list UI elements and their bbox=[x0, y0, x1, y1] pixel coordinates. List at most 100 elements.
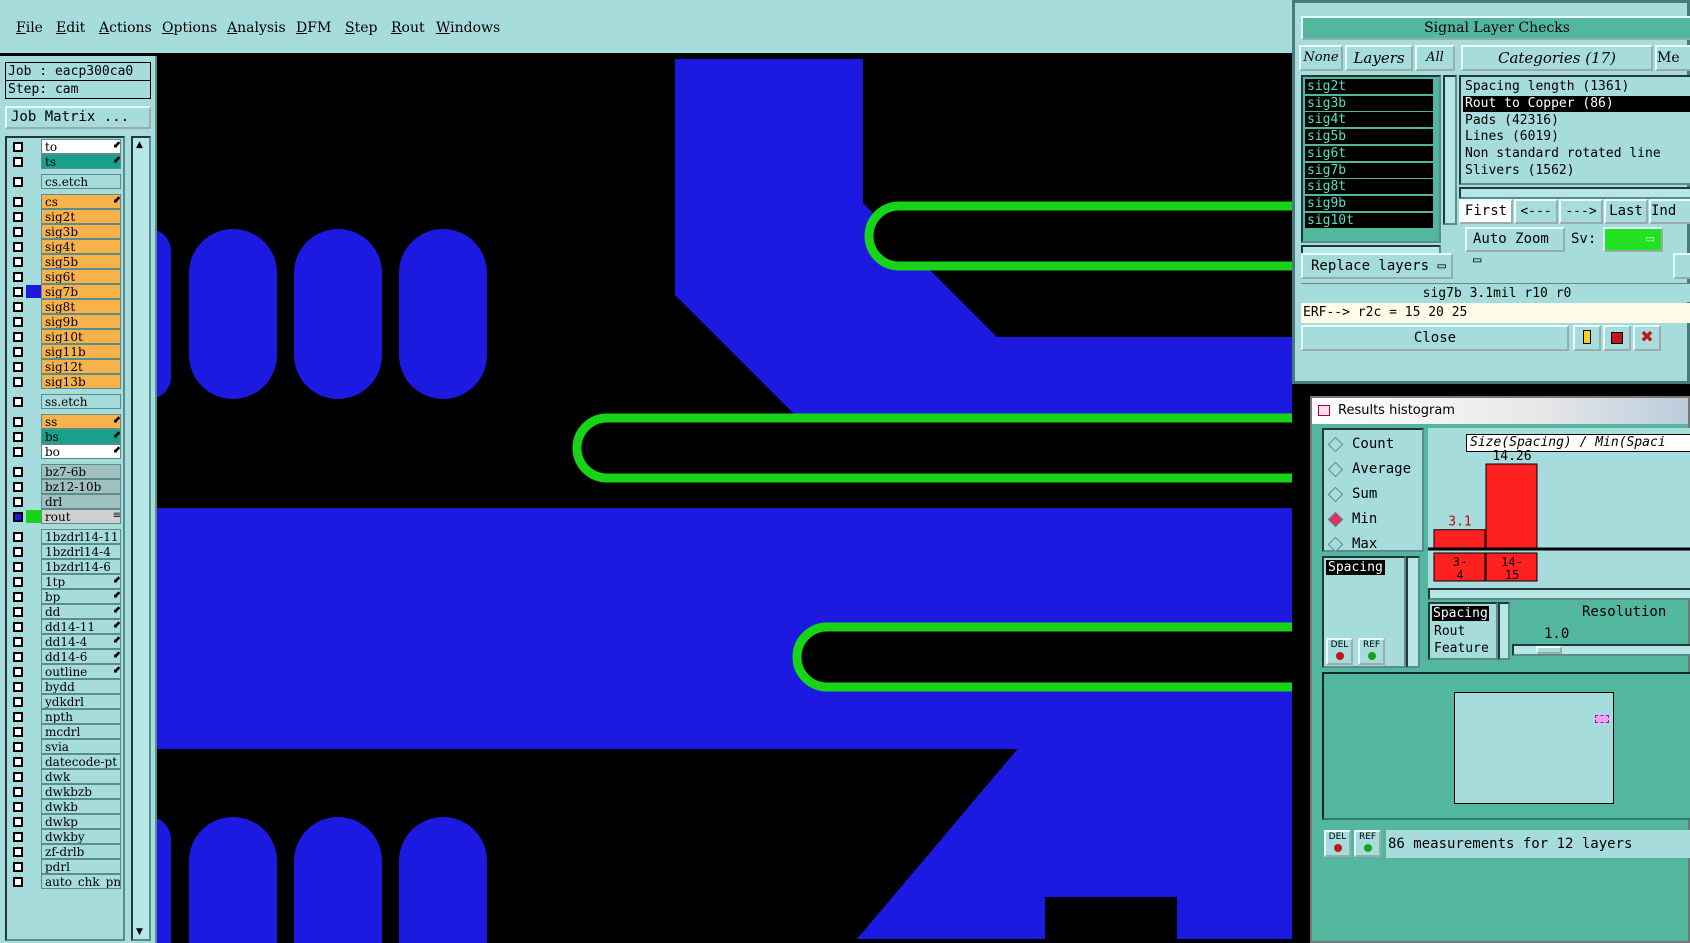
layer-name[interactable]: sig11b bbox=[41, 344, 121, 359]
layer-checkbox[interactable] bbox=[13, 562, 23, 572]
layer-row[interactable]: sig13b bbox=[7, 374, 123, 389]
layer-row[interactable]: sig10t bbox=[7, 329, 123, 344]
layer-row[interactable]: outline ⬋ bbox=[7, 664, 123, 679]
layer-name[interactable]: dwkby bbox=[41, 829, 121, 844]
layer-row[interactable]: cs.etch bbox=[7, 174, 123, 189]
all-button[interactable]: All bbox=[1415, 45, 1455, 71]
layer-name[interactable]: sig9b bbox=[41, 314, 121, 329]
layer-row[interactable]: 1bzdrl14-11 bbox=[7, 529, 123, 544]
layer-row[interactable]: bo ⬋ bbox=[7, 444, 123, 459]
layer-checkbox[interactable] bbox=[13, 467, 23, 477]
layer-checkbox[interactable] bbox=[13, 317, 23, 327]
highlight-icon[interactable] bbox=[1573, 325, 1601, 351]
layer-row[interactable]: zf-drlb bbox=[7, 844, 123, 859]
auto-zoom-option[interactable]: Auto Zoom ▭ bbox=[1465, 227, 1565, 268]
resolution-slider[interactable] bbox=[1512, 644, 1690, 656]
layer-row[interactable]: sig8t bbox=[7, 299, 123, 314]
footer-del-button[interactable]: DEL bbox=[1324, 830, 1351, 857]
menu-rout[interactable]: Rout bbox=[391, 20, 425, 36]
layer-row[interactable]: bs ⬋ bbox=[7, 429, 123, 444]
layer-name[interactable]: 1bzdrl14-4 bbox=[41, 544, 121, 559]
layer-checkbox[interactable] bbox=[13, 242, 23, 252]
mode-count-radio[interactable]: Count bbox=[1327, 434, 1426, 456]
graphics-canvas[interactable] bbox=[157, 59, 1292, 943]
type-item-feature[interactable]: Feature bbox=[1434, 641, 1489, 656]
layer-row[interactable]: rout ≡ bbox=[7, 509, 123, 524]
severity-option[interactable]: ▭ bbox=[1603, 227, 1663, 252]
menu-windows[interactable]: Windows bbox=[436, 20, 500, 36]
layer-checkbox[interactable] bbox=[13, 377, 23, 387]
layer-name[interactable]: bp bbox=[41, 589, 121, 604]
layer-name[interactable]: pdrl bbox=[41, 859, 121, 874]
layer-name[interactable]: bydd bbox=[41, 679, 121, 694]
job-matrix-button[interactable]: Job Matrix ... bbox=[5, 106, 151, 129]
menu-file[interactable]: File bbox=[16, 20, 43, 36]
layer-checkbox[interactable] bbox=[13, 787, 23, 797]
layer-row[interactable]: sig5b bbox=[7, 254, 123, 269]
next-button[interactable]: ---> bbox=[1559, 199, 1603, 224]
layer-name[interactable]: sig4t bbox=[41, 239, 121, 254]
layer-name[interactable]: sig3b bbox=[41, 224, 121, 239]
layer-name[interactable]: dd14-11 bbox=[41, 619, 121, 634]
layer-row[interactable]: 1bzdrl14-4 bbox=[7, 544, 123, 559]
layer-checkbox[interactable] bbox=[13, 177, 23, 187]
category-item[interactable]: Slivers (1562) bbox=[1463, 163, 1690, 179]
prev-button[interactable]: <--- bbox=[1514, 199, 1558, 224]
checked-layer-item[interactable]: sig2t bbox=[1305, 79, 1433, 94]
layer-row[interactable]: dwkp bbox=[7, 814, 123, 829]
layer-name[interactable]: to bbox=[41, 139, 121, 154]
layer-checkbox[interactable] bbox=[13, 227, 23, 237]
type-item-spacing[interactable]: Spacing bbox=[1432, 606, 1489, 621]
layer-name[interactable]: bz12-10b bbox=[41, 479, 121, 494]
layer-checkbox[interactable] bbox=[13, 362, 23, 372]
menu-edit[interactable]: Edit bbox=[56, 20, 85, 36]
layer-name[interactable]: npth bbox=[41, 709, 121, 724]
slider-thumb[interactable] bbox=[1536, 646, 1562, 654]
layer-name[interactable]: cs bbox=[41, 194, 121, 209]
layer-row[interactable]: bp ⬋ bbox=[7, 589, 123, 604]
layer-name[interactable]: dd14-4 bbox=[41, 634, 121, 649]
layer-checkbox[interactable] bbox=[13, 287, 23, 297]
layer-row[interactable]: bz12-10b bbox=[7, 479, 123, 494]
layer-checkbox[interactable] bbox=[13, 802, 23, 812]
layer-checkbox[interactable] bbox=[13, 532, 23, 542]
layer-checkbox[interactable] bbox=[13, 332, 23, 342]
layer-name[interactable]: svia bbox=[41, 739, 121, 754]
layer-checkbox[interactable] bbox=[13, 482, 23, 492]
layer-checkbox[interactable] bbox=[13, 432, 23, 442]
checked-layer-item[interactable]: sig9b bbox=[1305, 195, 1433, 211]
measure-list-scrollbar[interactable] bbox=[1406, 556, 1420, 668]
layer-row[interactable]: dd14-11 ⬋ bbox=[7, 619, 123, 634]
layer-checkbox[interactable] bbox=[13, 622, 23, 632]
category-item[interactable]: Pads (42316) bbox=[1463, 113, 1690, 129]
layer-name[interactable]: cs.etch bbox=[41, 174, 121, 189]
layer-row[interactable]: drl bbox=[7, 494, 123, 509]
layer-checkbox[interactable] bbox=[13, 197, 23, 207]
layer-checkbox[interactable] bbox=[13, 652, 23, 662]
layer-checkbox[interactable] bbox=[13, 727, 23, 737]
layer-name[interactable]: bo bbox=[41, 444, 121, 459]
layer-checkbox[interactable] bbox=[13, 547, 23, 557]
layer-row[interactable]: mcdrl bbox=[7, 724, 123, 739]
layer-row[interactable]: sig12t bbox=[7, 359, 123, 374]
categories-button[interactable]: Categories (17) bbox=[1461, 45, 1653, 71]
layer-row[interactable]: 1bzdrl14-6 bbox=[7, 559, 123, 574]
layer-name[interactable]: rout bbox=[41, 509, 121, 524]
layer-checkbox[interactable] bbox=[13, 447, 23, 457]
layer-row[interactable]: sig4t bbox=[7, 239, 123, 254]
layer-row[interactable]: dwkby bbox=[7, 829, 123, 844]
layer-row[interactable]: dwkb bbox=[7, 799, 123, 814]
layer-row[interactable]: bydd bbox=[7, 679, 123, 694]
layer-name[interactable]: 1tp bbox=[41, 574, 121, 589]
layer-name[interactable]: dwkb bbox=[41, 799, 121, 814]
layer-row[interactable]: sig6t bbox=[7, 269, 123, 284]
layer-row[interactable]: dd14-4 ⬋ bbox=[7, 634, 123, 649]
layer-row[interactable]: sig3b bbox=[7, 224, 123, 239]
ref-button[interactable]: REF bbox=[1358, 638, 1385, 665]
scroll-up-icon[interactable]: ▲ bbox=[136, 140, 143, 150]
layer-name[interactable]: zf-drlb bbox=[41, 844, 121, 859]
mode-min-radio[interactable]: Min bbox=[1327, 509, 1426, 531]
layer-row[interactable]: 1tp ⬋ bbox=[7, 574, 123, 589]
layer-name[interactable]: bz7-6b bbox=[41, 464, 121, 479]
delete-icon[interactable]: ✖ bbox=[1633, 325, 1661, 351]
